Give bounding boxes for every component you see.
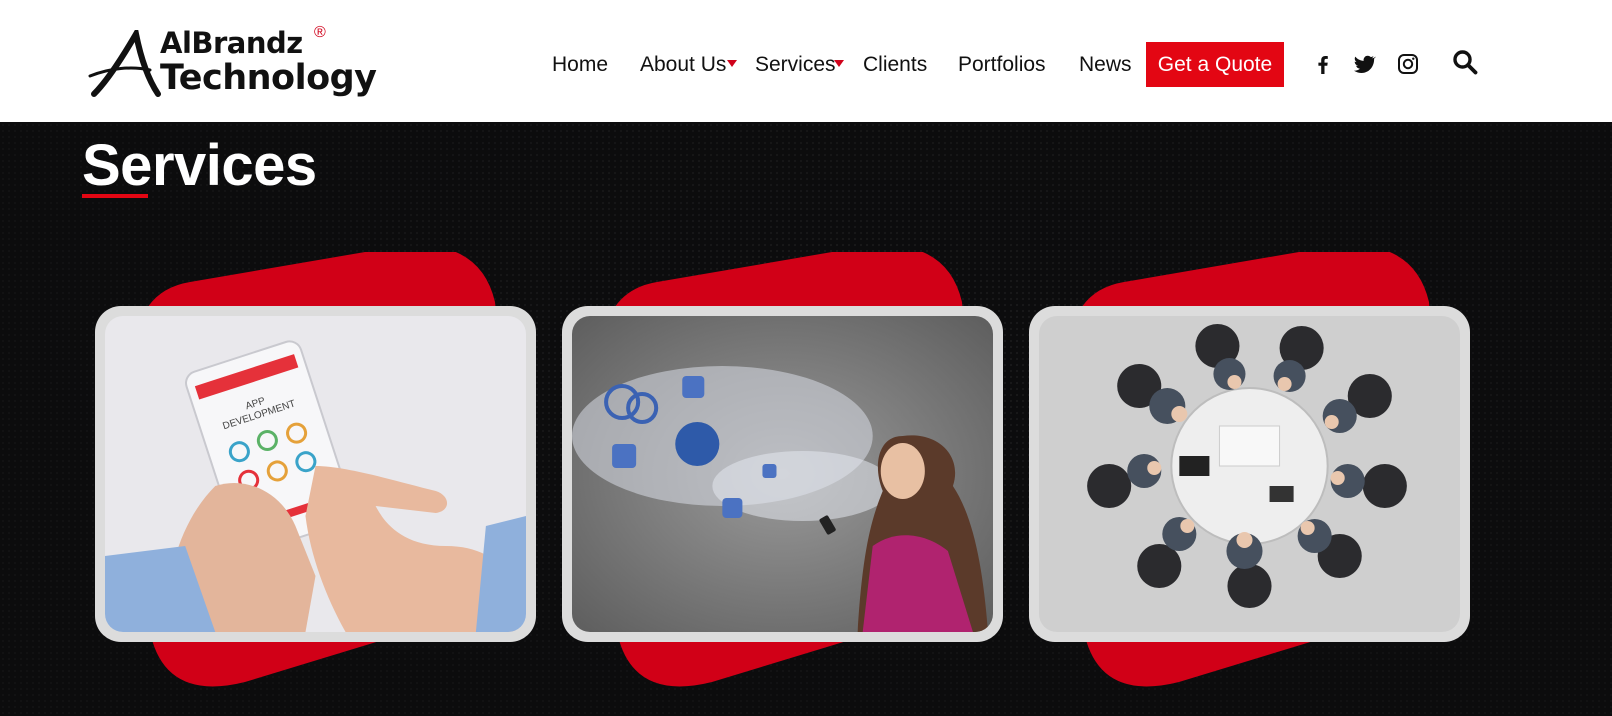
twitter-icon[interactable] — [1352, 52, 1376, 76]
nav-portfolios[interactable]: Portfolios — [958, 42, 1046, 88]
nav-news[interactable]: News — [1079, 42, 1132, 88]
card-frame — [562, 306, 1003, 642]
services-hero: Services APP DEVELOPMENT — [0, 122, 1612, 716]
service-card[interactable] — [1029, 252, 1470, 692]
facebook-icon[interactable] — [1311, 52, 1335, 76]
nav-clients[interactable]: Clients — [863, 42, 927, 88]
title-underline — [82, 194, 148, 198]
card-frame — [1029, 306, 1470, 642]
business-meeting-photo — [1039, 316, 1460, 632]
chevron-down-icon — [727, 60, 737, 67]
brand-name-line1: AlBrandz — [160, 26, 303, 60]
card-frame: APP DEVELOPMENT — [95, 306, 536, 642]
service-card[interactable]: APP DEVELOPMENT — [95, 252, 536, 692]
nav-services[interactable]: Services — [755, 42, 836, 88]
registered-mark: ® — [314, 24, 326, 41]
social-media-photo — [572, 316, 993, 632]
brand-logo[interactable]: AlBrandz ® Technology — [88, 24, 377, 100]
nav-home[interactable]: Home — [552, 42, 608, 88]
logo-mark-icon — [88, 30, 161, 97]
chevron-down-icon — [834, 60, 844, 67]
instagram-icon[interactable] — [1396, 52, 1420, 76]
search-icon[interactable] — [1452, 49, 1478, 75]
service-card[interactable] — [562, 252, 1003, 692]
app-development-photo: APP DEVELOPMENT — [105, 316, 526, 632]
get-a-quote-button[interactable]: Get a Quote — [1146, 42, 1284, 87]
site-header: AlBrandz ® Technology Home About Us Serv… — [0, 0, 1612, 122]
nav-about-us[interactable]: About Us — [640, 42, 726, 88]
brand-name-line2: Technology — [160, 58, 377, 98]
page-title: Services — [82, 133, 317, 198]
